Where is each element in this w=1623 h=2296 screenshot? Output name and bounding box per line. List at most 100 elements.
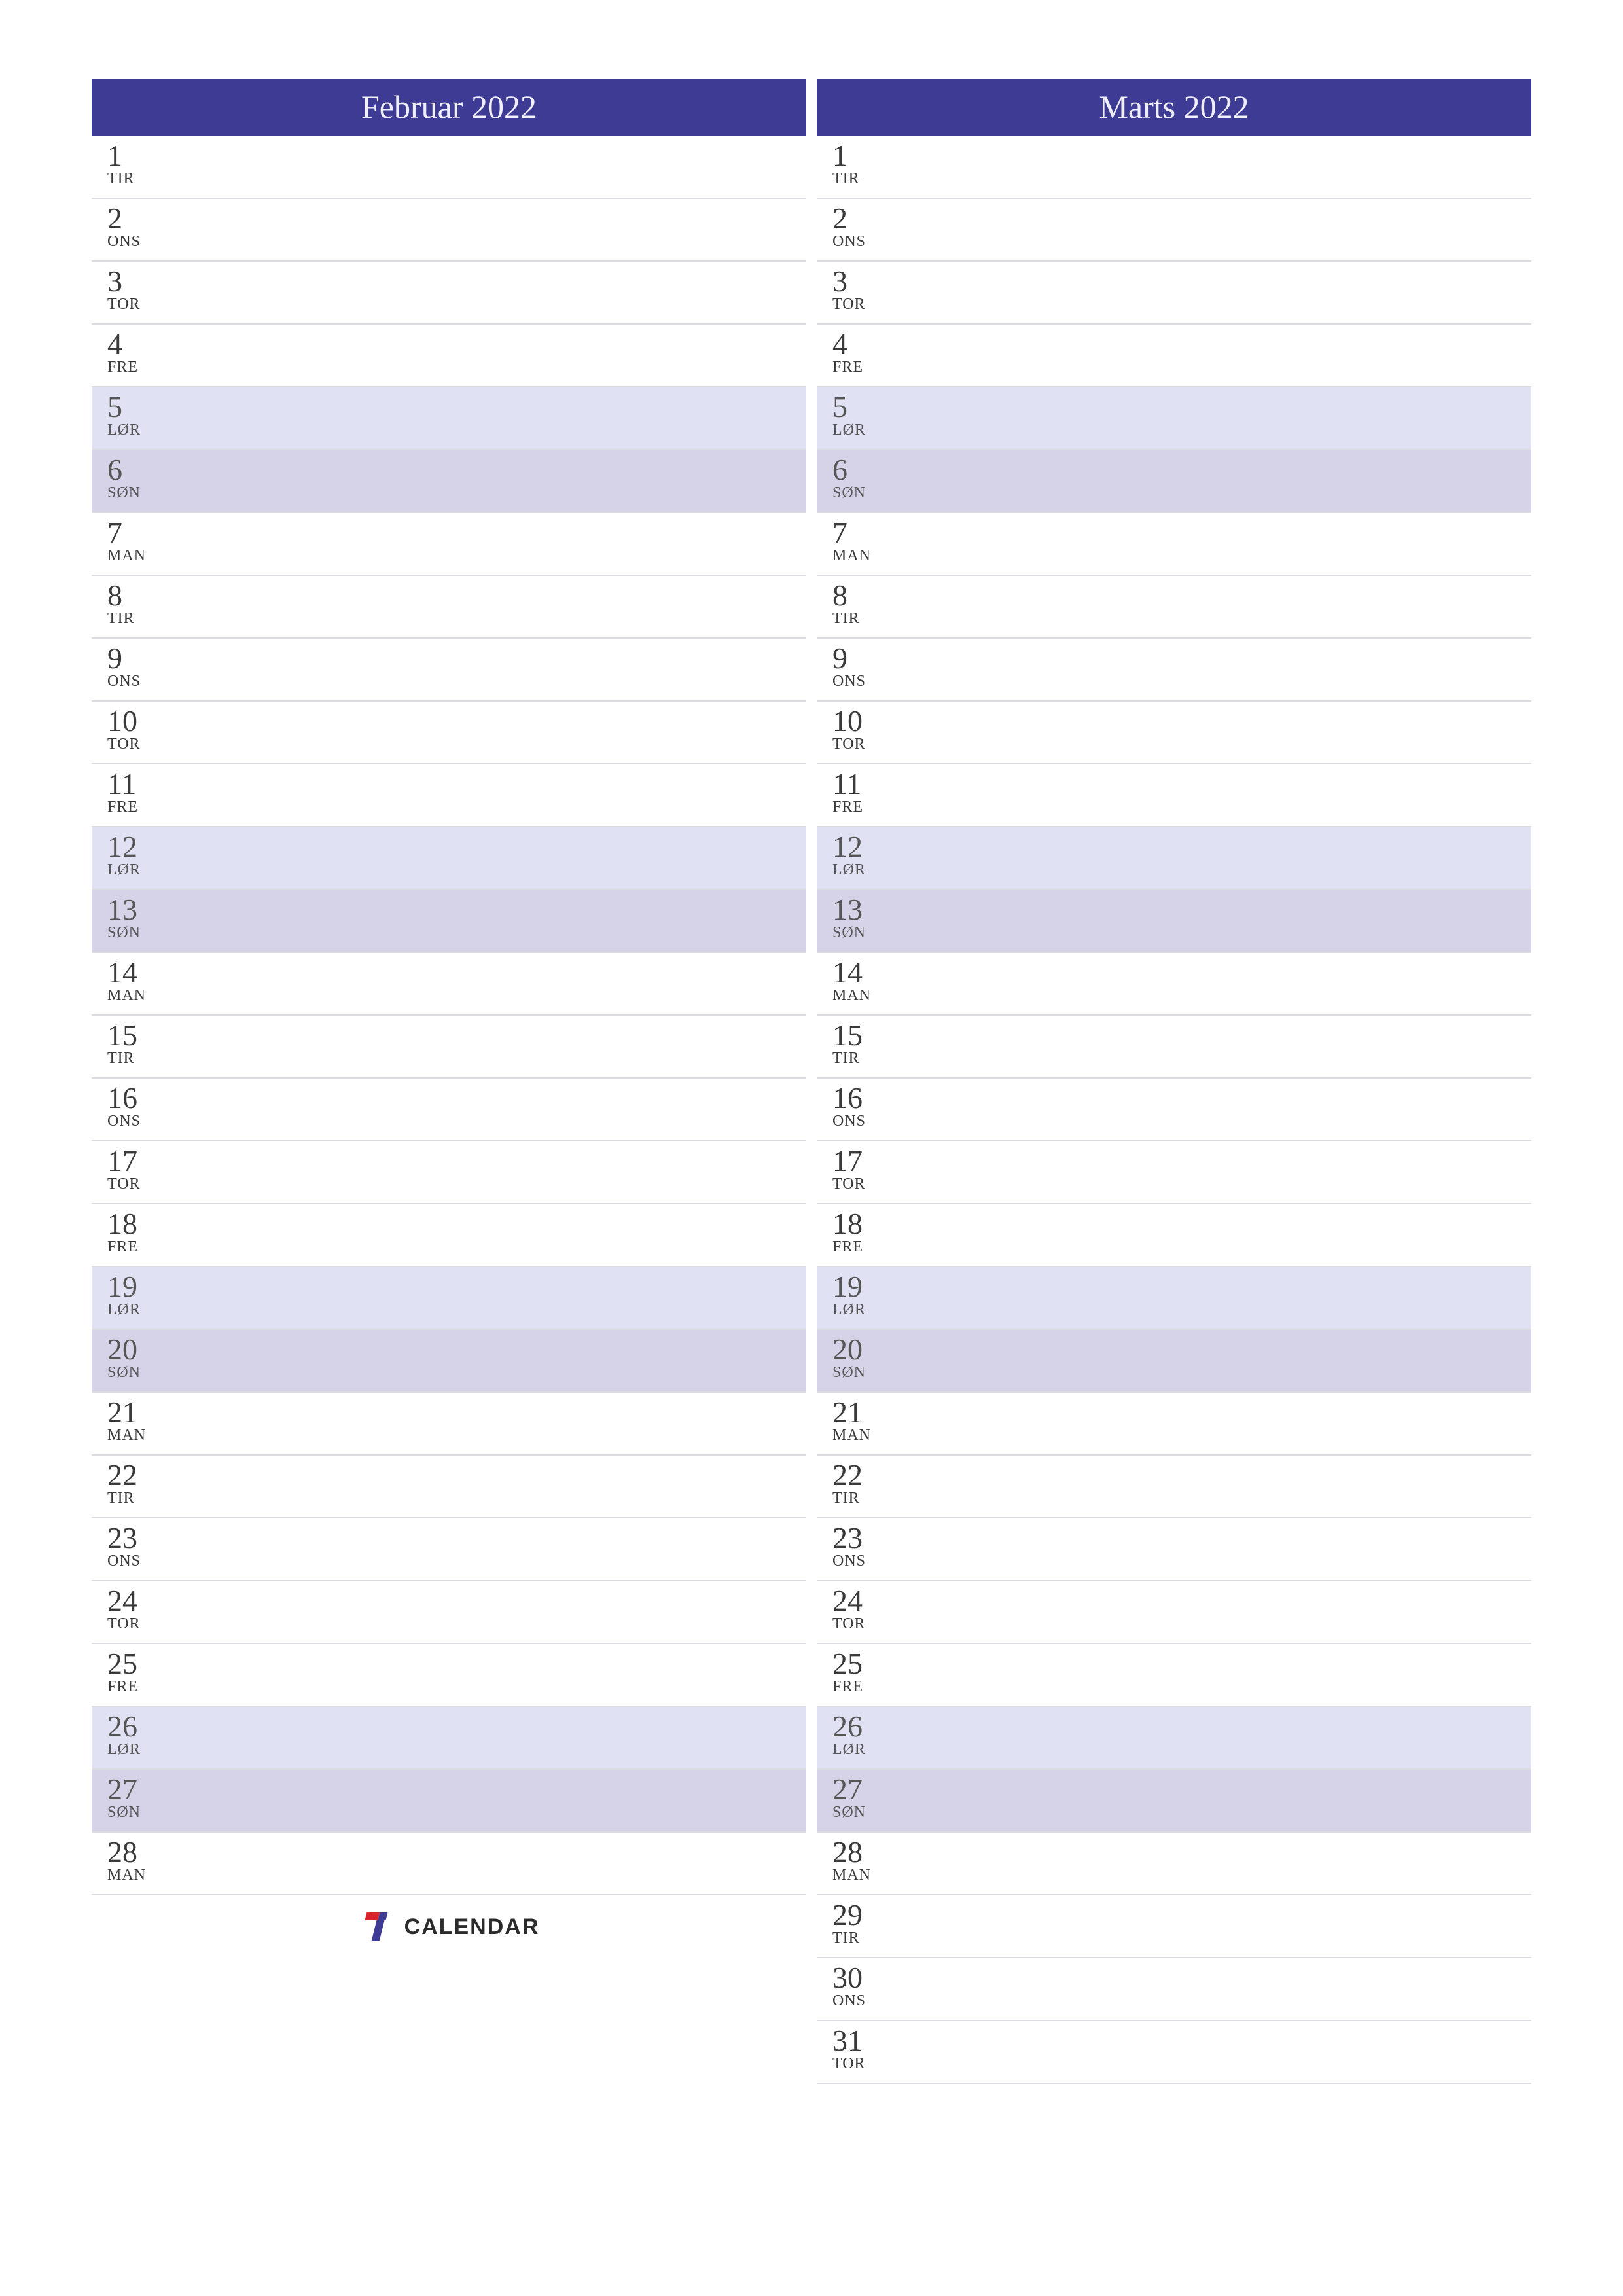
day-row: 14MAN <box>817 953 1531 1016</box>
day-number: 13 <box>832 894 1518 925</box>
day-of-week: ONS <box>832 1552 1518 1570</box>
day-of-week: ONS <box>832 1113 1518 1130</box>
day-of-week: TOR <box>832 2055 1518 2073</box>
day-row: 7MAN <box>817 513 1531 576</box>
day-row: 6SØN <box>817 450 1531 513</box>
day-number: 11 <box>107 768 793 800</box>
day-row: 28MAN <box>817 1833 1531 1895</box>
day-of-week: ONS <box>832 233 1518 251</box>
day-row: 20SØN <box>92 1330 806 1393</box>
day-number: 27 <box>832 1774 1518 1805</box>
day-row: 2ONS <box>92 199 806 262</box>
day-of-week: TOR <box>832 1615 1518 1633</box>
day-number: 7 <box>107 517 793 548</box>
day-row: 25FRE <box>92 1644 806 1707</box>
day-row: 1TIR <box>817 136 1531 199</box>
month-column: Februar 20221TIR2ONS3TOR4FRE5LØR6SØN7MAN… <box>92 79 806 2084</box>
day-number: 18 <box>107 1208 793 1240</box>
day-of-week: FRE <box>832 798 1518 816</box>
day-number: 25 <box>832 1648 1518 1679</box>
day-of-week: MAN <box>107 1867 793 1884</box>
month-column: Marts 20221TIR2ONS3TOR4FRE5LØR6SØN7MAN8T… <box>817 79 1531 2084</box>
day-of-week: TOR <box>832 736 1518 753</box>
day-number: 29 <box>832 1899 1518 1931</box>
day-number: 24 <box>832 1585 1518 1617</box>
day-of-week: LØR <box>107 1301 793 1319</box>
day-of-week: SØN <box>107 1364 793 1382</box>
day-of-week: TOR <box>832 296 1518 314</box>
day-number: 3 <box>107 266 793 297</box>
day-row: 28MAN <box>92 1833 806 1895</box>
day-row: 10TOR <box>817 702 1531 764</box>
day-row: 26LØR <box>817 1707 1531 1770</box>
day-of-week: ONS <box>832 1992 1518 2010</box>
day-row: 10TOR <box>92 702 806 764</box>
day-row: 19LØR <box>92 1267 806 1330</box>
day-row: 20SØN <box>817 1330 1531 1393</box>
day-number: 26 <box>107 1711 793 1742</box>
day-number: 20 <box>107 1334 793 1365</box>
day-row: 3TOR <box>817 262 1531 325</box>
day-of-week: TIR <box>832 1050 1518 1067</box>
day-of-week: FRE <box>832 1678 1518 1696</box>
day-of-week: LØR <box>832 1741 1518 1759</box>
day-row: 16ONS <box>817 1079 1531 1141</box>
day-of-week: ONS <box>107 673 793 691</box>
day-row: 9ONS <box>92 639 806 702</box>
day-number: 21 <box>832 1397 1518 1428</box>
day-number: 24 <box>107 1585 793 1617</box>
day-row: 23ONS <box>92 1518 806 1581</box>
day-of-week: TOR <box>107 736 793 753</box>
day-row: 5LØR <box>817 387 1531 450</box>
day-row: 24TOR <box>817 1581 1531 1644</box>
day-of-week: LØR <box>832 422 1518 439</box>
day-of-week: SØN <box>832 1364 1518 1382</box>
day-number: 16 <box>107 1083 793 1114</box>
day-row: 15TIR <box>817 1016 1531 1079</box>
day-of-week: TIR <box>832 610 1518 628</box>
day-number: 21 <box>107 1397 793 1428</box>
day-row: 17TOR <box>817 1141 1531 1204</box>
day-number: 19 <box>107 1271 793 1302</box>
day-of-week: SØN <box>832 924 1518 942</box>
day-number: 28 <box>107 1837 793 1868</box>
day-row: 22TIR <box>92 1456 806 1518</box>
day-number: 12 <box>107 831 793 863</box>
day-of-week: TOR <box>107 1175 793 1193</box>
day-number: 14 <box>832 957 1518 988</box>
day-row: 18FRE <box>817 1204 1531 1267</box>
day-row: 3TOR <box>92 262 806 325</box>
day-number: 8 <box>107 580 793 611</box>
day-row: 9ONS <box>817 639 1531 702</box>
day-row: 17TOR <box>92 1141 806 1204</box>
day-of-week: TIR <box>832 1490 1518 1507</box>
day-of-week: FRE <box>107 359 793 376</box>
day-of-week: MAN <box>832 987 1518 1005</box>
day-of-week: FRE <box>107 1678 793 1696</box>
day-number: 7 <box>832 517 1518 548</box>
day-row: 12LØR <box>817 827 1531 890</box>
day-of-week: MAN <box>832 1427 1518 1444</box>
day-number: 15 <box>832 1020 1518 1051</box>
day-number: 13 <box>107 894 793 925</box>
day-number: 14 <box>107 957 793 988</box>
day-of-week: TIR <box>832 1929 1518 1947</box>
day-row: 26LØR <box>92 1707 806 1770</box>
day-number: 18 <box>832 1208 1518 1240</box>
day-number: 28 <box>832 1837 1518 1868</box>
day-row: 21MAN <box>92 1393 806 1456</box>
day-of-week: ONS <box>107 1552 793 1570</box>
day-of-week: TOR <box>107 1615 793 1633</box>
day-of-week: FRE <box>107 798 793 816</box>
day-row: 18FRE <box>92 1204 806 1267</box>
day-number: 5 <box>107 391 793 423</box>
day-number: 1 <box>832 140 1518 171</box>
day-number: 9 <box>832 643 1518 674</box>
day-of-week: LØR <box>107 1741 793 1759</box>
day-row: 31TOR <box>817 2021 1531 2084</box>
day-row: 29TIR <box>817 1895 1531 1958</box>
day-row: 27SØN <box>817 1770 1531 1833</box>
day-row: 25FRE <box>817 1644 1531 1707</box>
day-number: 17 <box>832 1145 1518 1177</box>
day-row: 27SØN <box>92 1770 806 1833</box>
